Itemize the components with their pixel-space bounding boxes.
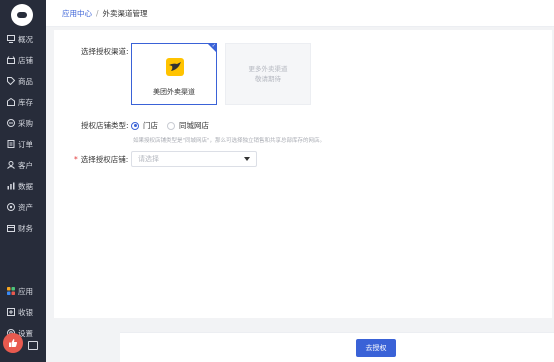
sidebar-item-orders[interactable]: 订单	[0, 136, 46, 152]
store-type-label: 授权店铺类型:	[81, 121, 129, 130]
main-card: 选择授权渠道: ✓ 美团外卖渠道 更多外卖渠道 敬请期待 授权店铺类型: 门店 …	[54, 30, 552, 318]
sidebar-item-label: 库存	[18, 97, 33, 107]
store-select[interactable]: 请选择	[131, 151, 257, 167]
breadcrumb-separator: /	[96, 8, 99, 18]
sidebar-item-label: 客户	[18, 160, 33, 170]
sidebar-item-label: 收银	[18, 307, 33, 317]
check-icon: ✓	[211, 43, 216, 49]
authorize-button[interactable]: 去授权	[356, 339, 396, 357]
sidebar-item-label: 概况	[18, 34, 33, 44]
sidebar-item-store[interactable]: 店铺	[0, 52, 46, 68]
purchase-icon	[7, 119, 15, 127]
sidebar-item-data[interactable]: 数据	[0, 178, 46, 194]
warehouse-icon	[7, 98, 15, 106]
sidebar-item-label: 财务	[18, 223, 33, 233]
sidebar-item-overview[interactable]: 概况	[0, 31, 46, 47]
finance-icon	[7, 224, 15, 232]
radio-label: 门店	[143, 121, 158, 130]
meituan-logo-icon	[166, 58, 184, 76]
sidebar-item-label: 店铺	[18, 55, 33, 65]
breadcrumb: 应用中心 / 外卖渠道管理	[62, 8, 148, 19]
customer-icon	[7, 161, 15, 169]
caret-down-icon	[244, 157, 250, 161]
footer-bar: 去授权	[120, 332, 554, 362]
store-icon	[7, 56, 15, 64]
tag-icon	[7, 77, 15, 85]
sidebar-item-finance[interactable]: 财务	[0, 220, 46, 236]
channel-option-more: 更多外卖渠道 敬请期待	[225, 43, 311, 105]
radio-store[interactable]: 门店	[131, 120, 158, 131]
radio-dot	[131, 121, 139, 130]
chat-icon[interactable]	[28, 341, 38, 350]
logo[interactable]	[11, 4, 33, 26]
sidebar-item-cashier[interactable]: 收银	[0, 304, 46, 320]
sidebar-item-purchase[interactable]: 采购	[0, 115, 46, 131]
required-asterisk: *	[74, 155, 78, 164]
channel-label: 选择授权渠道:	[81, 47, 129, 56]
sidebar-item-label: 订单	[18, 139, 33, 149]
store-type-hint: 如果授权店铺类型是"同城网店"，那么可选择独立销售和共享总部库存的网店。	[133, 138, 326, 144]
sidebar: 概况 店铺 商品 库存 采购 订单 客户 数据 资产 财务 应用 收银 设置	[0, 0, 46, 362]
store-label: * 选择授权店铺:	[74, 154, 128, 165]
chart-icon	[7, 182, 15, 190]
more-channels-line1: 更多外卖渠道	[248, 65, 288, 73]
sidebar-item-customers[interactable]: 客户	[0, 157, 46, 173]
thumbs-up-icon[interactable]	[3, 333, 23, 353]
order-icon	[7, 140, 15, 148]
breadcrumb-parent-link[interactable]: 应用中心	[62, 8, 92, 19]
sidebar-item-apps[interactable]: 应用	[0, 283, 46, 299]
asset-icon	[7, 203, 15, 211]
monitor-icon	[7, 35, 15, 43]
radio-dot	[167, 121, 175, 130]
sidebar-item-goods[interactable]: 商品	[0, 73, 46, 89]
more-channels-line2: 敬请期待	[255, 75, 281, 83]
apps-icon	[7, 287, 15, 295]
sidebar-item-assets[interactable]: 资产	[0, 199, 46, 215]
header: 应用中心 / 外卖渠道管理	[46, 0, 554, 27]
store-label-text: 选择授权店铺:	[80, 155, 129, 164]
channel-option-meituan[interactable]: ✓ 美团外卖渠道	[131, 43, 217, 105]
more-channels-text: 更多外卖渠道 敬请期待	[226, 64, 310, 84]
radio-label: 同城网店	[179, 121, 209, 130]
select-placeholder: 请选择	[138, 155, 159, 163]
sidebar-item-label: 数据	[18, 181, 33, 191]
sidebar-item-label: 采购	[18, 118, 33, 128]
radio-city-shop[interactable]: 同城网店	[167, 120, 209, 131]
breadcrumb-current: 外卖渠道管理	[102, 8, 148, 18]
cashier-icon	[7, 308, 15, 316]
sidebar-item-inventory[interactable]: 库存	[0, 94, 46, 110]
sidebar-item-label: 商品	[18, 76, 33, 86]
sidebar-item-label: 应用	[18, 286, 33, 296]
sidebar-item-label: 资产	[18, 202, 33, 212]
channel-name: 美团外卖渠道	[153, 88, 195, 96]
